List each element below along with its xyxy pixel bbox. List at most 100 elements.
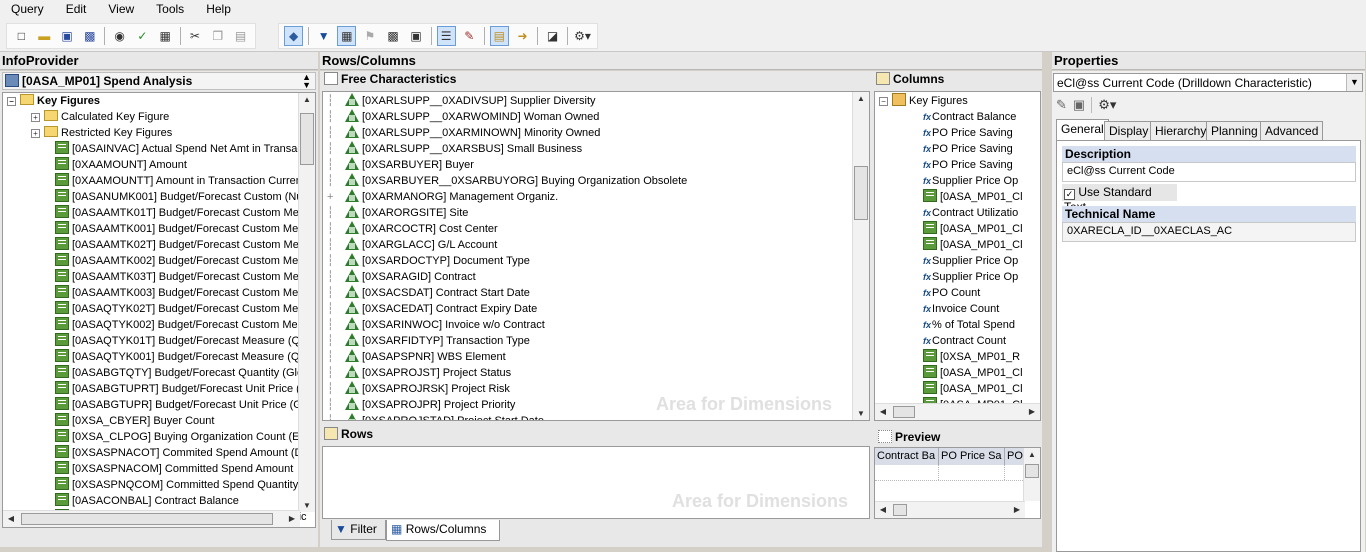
- key-figure-item[interactable]: [0ASAQTYK02T] Budget/Forecast Custom Mea: [55, 301, 304, 317]
- key-figure-item[interactable]: [0ASAAMTK02T] Budget/Forecast Custom Mea: [55, 237, 305, 253]
- tab-advanced[interactable]: Advanced: [1260, 121, 1324, 140]
- new-icon[interactable]: □: [12, 26, 31, 46]
- characteristic-item[interactable]: ┆ [0XSARINWOC] Invoice w/o Contract: [327, 317, 545, 333]
- characteristic-item[interactable]: ┆ [0XARLSUPP__0XARMINOWN] Minority Owned: [327, 125, 600, 141]
- characteristic-item[interactable]: ┆ [0XSARBUYER__0XSARBUYORG] Buying Organi…: [327, 173, 687, 189]
- save-icon[interactable]: ▣: [58, 26, 77, 46]
- column-item[interactable]: [0ASA_MP01_Cl: [923, 381, 1023, 397]
- columns-hscroll[interactable]: ◀ ▶: [875, 403, 1040, 420]
- key-figure-item[interactable]: [0ASAINVAC] Actual Spend Net Amt in Tran…: [55, 141, 303, 157]
- expand-icon[interactable]: +: [327, 189, 345, 205]
- characteristic-item[interactable]: ┆ [0XSARDOCTYP] Document Type: [327, 253, 530, 269]
- use-standard-text-checkbox[interactable]: ✓: [1064, 189, 1075, 200]
- column-item[interactable]: [0ASA_MP01_Cl: [923, 221, 1023, 237]
- key-figure-item[interactable]: [0XSA_CLPOG] Buying Organization Count (…: [55, 429, 307, 445]
- dropdown-arrow-icon[interactable]: ▼: [1346, 74, 1362, 91]
- key-figure-item[interactable]: [0ASAAMTK001] Budget/Forecast Custom Mea: [55, 221, 304, 237]
- column-item[interactable]: fxInvoice Count: [923, 301, 999, 317]
- column-item[interactable]: fxPO Price Saving: [923, 157, 1013, 173]
- save-all-icon[interactable]: ▩: [80, 26, 99, 46]
- characteristic-item[interactable]: ┆ [0XSARAGID] Contract: [327, 269, 476, 285]
- characteristic-item[interactable]: ┆ [0XSAPROJPR] Project Priority: [327, 397, 515, 413]
- column-item[interactable]: fxPO Price Saving: [923, 141, 1013, 157]
- key-figure-item[interactable]: [0ASABGTQTY] Budget/Forecast Quantity (G…: [55, 365, 303, 381]
- characteristic-item[interactable]: ┆ [0XSAPROJSTAD] Project Start Date: [327, 413, 544, 420]
- rows-columns-icon[interactable]: ▦: [337, 26, 357, 46]
- tab-filter[interactable]: ▼ Filter: [331, 520, 386, 540]
- key-figure-item[interactable]: [0XSASPNQCOM] Committed Spend Quantity: [55, 477, 298, 493]
- description-field[interactable]: eCl@ss Current Code: [1062, 162, 1356, 182]
- key-figure-item[interactable]: [0XAAMOUNT] Amount: [55, 157, 187, 173]
- key-figure-item[interactable]: [0ASAAMTK01T] Budget/Forecast Custom Mea: [55, 205, 305, 221]
- column-item[interactable]: fxContract Balance: [923, 109, 1016, 125]
- key-figure-item[interactable]: [0XSASPNACOT] Commited Spend Amount (Dc: [55, 445, 308, 461]
- key-figure-item[interactable]: [0XSASPNACOM] Committed Spend Amount: [55, 461, 293, 477]
- column-item[interactable]: fxPO Count: [923, 285, 980, 301]
- column-item[interactable]: fxSupplier Price Op: [923, 269, 1018, 285]
- use-standard-text-row[interactable]: ✓ Use Standard Text: [1062, 184, 1177, 214]
- free-vscroll[interactable]: ▲ ▼: [852, 92, 869, 420]
- key-figure-item[interactable]: [0ASAAMTK003] Budget/Forecast Custom Mea: [55, 285, 304, 301]
- characteristic-item[interactable]: ┆ [0XARCOCTR] Cost Center: [327, 221, 498, 237]
- tree-folder[interactable]: + Restricted Key Figures: [31, 125, 172, 141]
- check-icon[interactable]: ✓: [133, 26, 152, 46]
- key-figure-item[interactable]: [0XAAMOUNTT] Amount in Transaction Curre…: [55, 173, 307, 189]
- expand-icon[interactable]: +: [31, 113, 40, 122]
- paste-icon[interactable]: ▤: [231, 26, 250, 46]
- selector-arrows-icon[interactable]: ▲ ▼: [302, 73, 311, 90]
- key-figure-item[interactable]: [0ASAQTYK001] Budget/Forecast Measure (Q…: [55, 349, 306, 365]
- tab-rows-columns[interactable]: ▦ Rows/Columns: [386, 520, 500, 541]
- key-figure-item[interactable]: [0ASABGTUPR] Budget/Forecast Unit Price …: [55, 397, 302, 413]
- where-used-icon[interactable]: ➜: [513, 26, 532, 46]
- column-item[interactable]: [0XSA_MP01_R: [923, 349, 1020, 365]
- rows-drop-area[interactable]: Area for Dimensions: [322, 446, 870, 519]
- column-item[interactable]: fxSupplier Price Op: [923, 253, 1018, 269]
- conditions-icon[interactable]: ⚑: [360, 26, 379, 46]
- open-folder-icon[interactable]: ▬: [35, 26, 54, 46]
- properties-icon[interactable]: ▦: [156, 26, 175, 46]
- menu-view[interactable]: View: [97, 0, 145, 20]
- menu-edit[interactable]: Edit: [55, 0, 98, 20]
- cells-icon[interactable]: ▣: [407, 26, 426, 46]
- key-figure-item[interactable]: [0ASAAMTK03T] Budget/Forecast Custom Mea: [55, 269, 305, 285]
- properties-selector[interactable]: eCl@ss Current Code (Drilldown Character…: [1053, 73, 1363, 92]
- characteristic-item[interactable]: ┆ [0XARLSUPP__0XARWOMIND] Woman Owned: [327, 109, 599, 125]
- characteristic-item[interactable]: ┆ [0XARORGSITE] Site: [327, 205, 468, 221]
- tasks-icon[interactable]: ✎: [460, 26, 479, 46]
- characteristic-item[interactable]: ┆ [0XSACEDAT] Contract Expiry Date: [327, 301, 537, 317]
- characteristic-item[interactable]: ┆ [0XSARFIDTYP] Transaction Type: [327, 333, 530, 349]
- infoprovider-selector[interactable]: [0ASA_MP01] Spend Analysis ▲ ▼: [2, 72, 316, 90]
- characteristic-item[interactable]: ┆ [0XSAPROJST] Project Status: [327, 365, 511, 381]
- column-item[interactable]: fxPO Price Saving: [923, 125, 1013, 141]
- preview-vscroll[interactable]: ▲: [1023, 448, 1040, 501]
- tools-dropdown-icon[interactable]: ⚙▾: [573, 26, 592, 46]
- characteristic-item[interactable]: ┆ [0XSARBUYER] Buyer: [327, 157, 474, 173]
- cut-icon[interactable]: ✂: [186, 26, 205, 46]
- infoprovider-hscroll[interactable]: ◀ ▶: [3, 510, 300, 527]
- key-figure-item[interactable]: [0ASAAMTK002] Budget/Forecast Custom Mea: [55, 253, 304, 269]
- exceptions-icon[interactable]: ▩: [383, 26, 402, 46]
- tree-folder[interactable]: + Calculated Key Figure: [31, 109, 169, 125]
- collapse-icon[interactable]: −: [879, 97, 888, 106]
- save-properties-icon[interactable]: ▣: [1073, 97, 1085, 113]
- tab-planning[interactable]: Planning: [1206, 121, 1263, 140]
- menu-help[interactable]: Help: [195, 0, 242, 20]
- tab-general[interactable]: General: [1056, 119, 1109, 140]
- documents-icon[interactable]: ▤: [489, 26, 509, 46]
- copy-icon[interactable]: ❐: [208, 26, 227, 46]
- collapse-icon[interactable]: −: [7, 97, 16, 106]
- characteristic-item[interactable]: ┆ [0XARGLACC] G/L Account: [327, 237, 497, 253]
- free-characteristics-list[interactable]: ┆ [0XARLSUPP__0XADIVSUP] Supplier Diversi…: [322, 91, 870, 421]
- column-item[interactable]: fxContract Utilizatio: [923, 205, 1018, 221]
- column-item[interactable]: fxSupplier Price Op: [923, 173, 1018, 189]
- infoprovider-screen-icon[interactable]: ◆: [284, 26, 304, 46]
- edit-icon[interactable]: ✎: [1056, 97, 1067, 113]
- publish-icon[interactable]: ◉: [110, 26, 129, 46]
- tree-node-key-figures[interactable]: − Key Figures: [7, 93, 100, 109]
- characteristic-item[interactable]: ┆ [0XARLSUPP__0XARSBUS] Small Business: [327, 141, 582, 157]
- key-figure-item[interactable]: [0ASABGTUPRT] Budget/Forecast Unit Price…: [55, 381, 303, 397]
- column-item[interactable]: fx% of Total Spend: [923, 317, 1015, 333]
- key-figure-item[interactable]: [0ASAQTYK01T] Budget/Forecast Measure (Q…: [55, 333, 306, 349]
- tab-display[interactable]: Display: [1104, 121, 1154, 140]
- characteristic-item[interactable]: ┆ [0XARLSUPP__0XADIVSUP] Supplier Diversi…: [327, 93, 596, 109]
